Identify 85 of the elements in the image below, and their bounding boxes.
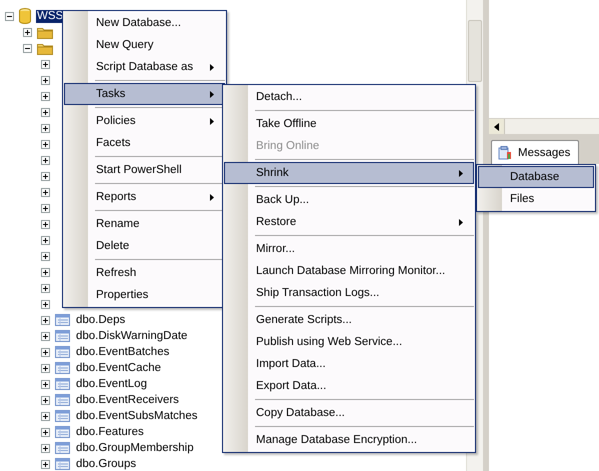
menu-item[interactable]: Rename (64, 213, 225, 235)
table-icon (55, 314, 70, 326)
menu-item[interactable]: Detach... (224, 86, 474, 108)
tree-node[interactable]: dbo.Deps (75, 314, 126, 326)
menu-item[interactable]: Delete (64, 235, 225, 257)
expand-icon[interactable] (41, 252, 50, 260)
expand-icon[interactable] (41, 236, 50, 244)
expand-icon[interactable] (41, 220, 50, 228)
expand-icon[interactable] (41, 268, 50, 276)
menu-item[interactable]: Start PowerShell (64, 159, 225, 181)
expand-icon[interactable] (41, 76, 50, 84)
table-icon (55, 378, 70, 390)
menu-item[interactable]: Back Up... (224, 189, 474, 211)
tree-node[interactable]: dbo.EventBatches (75, 346, 170, 358)
expand-icon[interactable] (41, 428, 50, 436)
messages-tab[interactable]: Messages (491, 140, 580, 164)
table-icon (55, 426, 70, 438)
expand-icon[interactable] (41, 300, 50, 308)
expand-icon[interactable] (41, 172, 50, 180)
menu-item[interactable]: Script Database as (64, 56, 225, 78)
menu-item[interactable]: Reports (64, 186, 225, 208)
expand-icon[interactable] (41, 348, 50, 356)
tree-node[interactable]: dbo.Groups (75, 458, 138, 470)
expand-icon[interactable] (41, 380, 50, 388)
tree-node[interactable]: dbo.EventSubsMatches (75, 410, 198, 422)
expand-icon[interactable] (41, 460, 50, 468)
expand-icon[interactable] (41, 140, 50, 148)
expand-icon[interactable] (41, 412, 50, 420)
menu-item[interactable]: Shrink (224, 162, 474, 184)
expand-icon[interactable] (41, 364, 50, 372)
tree-node[interactable]: dbo.GroupMembership (75, 442, 195, 454)
table-icon (55, 442, 70, 454)
expand-icon[interactable] (41, 396, 50, 404)
tree-node[interactable]: dbo.EventReceivers (75, 394, 180, 406)
menu-item[interactable]: Refresh (64, 262, 225, 284)
expand-icon[interactable] (41, 92, 50, 100)
messages-icon (498, 146, 512, 160)
menu-item[interactable]: Tasks (64, 83, 225, 105)
table-icon (55, 330, 70, 342)
expand-icon[interactable] (41, 204, 50, 212)
tree-node[interactable]: dbo.EventLog (75, 378, 148, 390)
menu-item[interactable]: Mirror... (224, 238, 474, 260)
menu-item[interactable]: Launch Database Mirroring Monitor... (224, 260, 474, 282)
menu-item[interactable]: Policies (64, 110, 225, 132)
table-icon (55, 458, 70, 470)
collapse-icon[interactable] (23, 44, 32, 52)
tree-node[interactable]: dbo.EventCache (75, 362, 162, 374)
menu-item[interactable]: Generate Scripts... (224, 309, 474, 331)
table-icon (55, 346, 70, 358)
menu-item[interactable]: New Query (64, 34, 225, 56)
collapse-icon[interactable] (5, 12, 14, 20)
tree-node[interactable]: dbo.DiskWarningDate (75, 330, 188, 342)
menu-item[interactable]: Database (478, 166, 594, 188)
menu-item[interactable]: Take Offline (224, 113, 474, 135)
database-icon (19, 8, 31, 24)
menu-item[interactable]: New Database... (64, 12, 225, 34)
expand-icon[interactable] (41, 124, 50, 132)
expand-icon[interactable] (41, 284, 50, 292)
expand-icon[interactable] (41, 156, 50, 164)
table-icon (55, 410, 70, 422)
scroll-left-icon[interactable] (489, 119, 505, 134)
menu-item[interactable]: Export Data... (224, 375, 474, 397)
menu-item[interactable]: Restore (224, 211, 474, 233)
menu-item[interactable]: Ship Transaction Logs... (224, 282, 474, 304)
menu-item[interactable]: Manage Database Encryption... (224, 429, 474, 451)
scrollbar-thumb[interactable] (468, 20, 482, 82)
menu-item[interactable]: Properties (64, 284, 225, 306)
expand-icon[interactable] (41, 316, 50, 324)
expand-icon[interactable] (41, 60, 50, 68)
folder-icon (37, 42, 53, 54)
tree-node[interactable]: dbo.Features (75, 426, 145, 438)
expand-icon[interactable] (41, 108, 50, 116)
menu-item[interactable]: Facets (64, 132, 225, 154)
folder-icon (37, 26, 53, 38)
expand-icon[interactable] (41, 444, 50, 452)
menu-item[interactable]: Publish using Web Service... (224, 331, 474, 353)
table-icon (55, 394, 70, 406)
table-icon (55, 362, 70, 374)
menu-item[interactable]: Import Data... (224, 353, 474, 375)
expand-icon[interactable] (23, 28, 32, 36)
tree-node[interactable]: WSS (36, 10, 64, 22)
menu-item[interactable]: Copy Database... (224, 402, 474, 424)
expand-icon[interactable] (41, 188, 50, 196)
menu-item[interactable]: Files (478, 188, 594, 210)
expand-icon[interactable] (41, 332, 50, 340)
